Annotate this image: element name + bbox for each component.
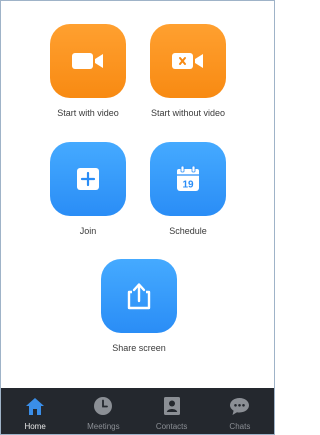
- nav-label-contacts: Contacts: [155, 422, 188, 431]
- start-without-video-button[interactable]: [150, 24, 226, 98]
- app-window: Start with video Start without video Joi…: [0, 0, 275, 435]
- schedule-tile: 19 Schedule: [150, 142, 226, 236]
- clock-icon: [92, 395, 114, 417]
- start-without-video-label: Start without video: [150, 108, 226, 118]
- bottom-nav-bar: Home Meetings Contacts Chats: [1, 388, 274, 434]
- share-screen-button[interactable]: [101, 259, 177, 333]
- video-off-icon: [172, 53, 203, 69]
- nav-label-meetings: Meetings: [87, 422, 120, 431]
- video-camera-icon: [72, 53, 103, 69]
- join-button[interactable]: [50, 142, 126, 216]
- nav-tab-chats[interactable]: Chats: [206, 388, 274, 434]
- contacts-icon: [161, 395, 183, 417]
- nav-label-chats: Chats: [229, 422, 251, 431]
- share-upload-icon: [127, 283, 151, 310]
- start-without-video-tile: Start without video: [150, 24, 226, 118]
- calendar-day-text: 19: [182, 180, 194, 191]
- nav-tab-home[interactable]: Home: [1, 388, 69, 434]
- start-with-video-tile: Start with video: [50, 24, 126, 118]
- start-with-video-button[interactable]: [50, 24, 126, 98]
- plus-icon: [77, 168, 99, 190]
- share-screen-tile: Share screen: [101, 259, 177, 353]
- nav-tab-meetings[interactable]: Meetings: [69, 388, 137, 434]
- schedule-label: Schedule: [169, 226, 207, 236]
- calendar-icon: 19: [177, 166, 199, 191]
- schedule-button[interactable]: 19: [150, 142, 226, 216]
- chat-bubble-icon: [229, 395, 251, 417]
- share-screen-label: Share screen: [112, 343, 166, 353]
- nav-tab-contacts[interactable]: Contacts: [138, 388, 206, 434]
- nav-label-home: Home: [24, 422, 46, 431]
- join-tile: Join: [50, 142, 126, 236]
- home-icon: [24, 395, 46, 417]
